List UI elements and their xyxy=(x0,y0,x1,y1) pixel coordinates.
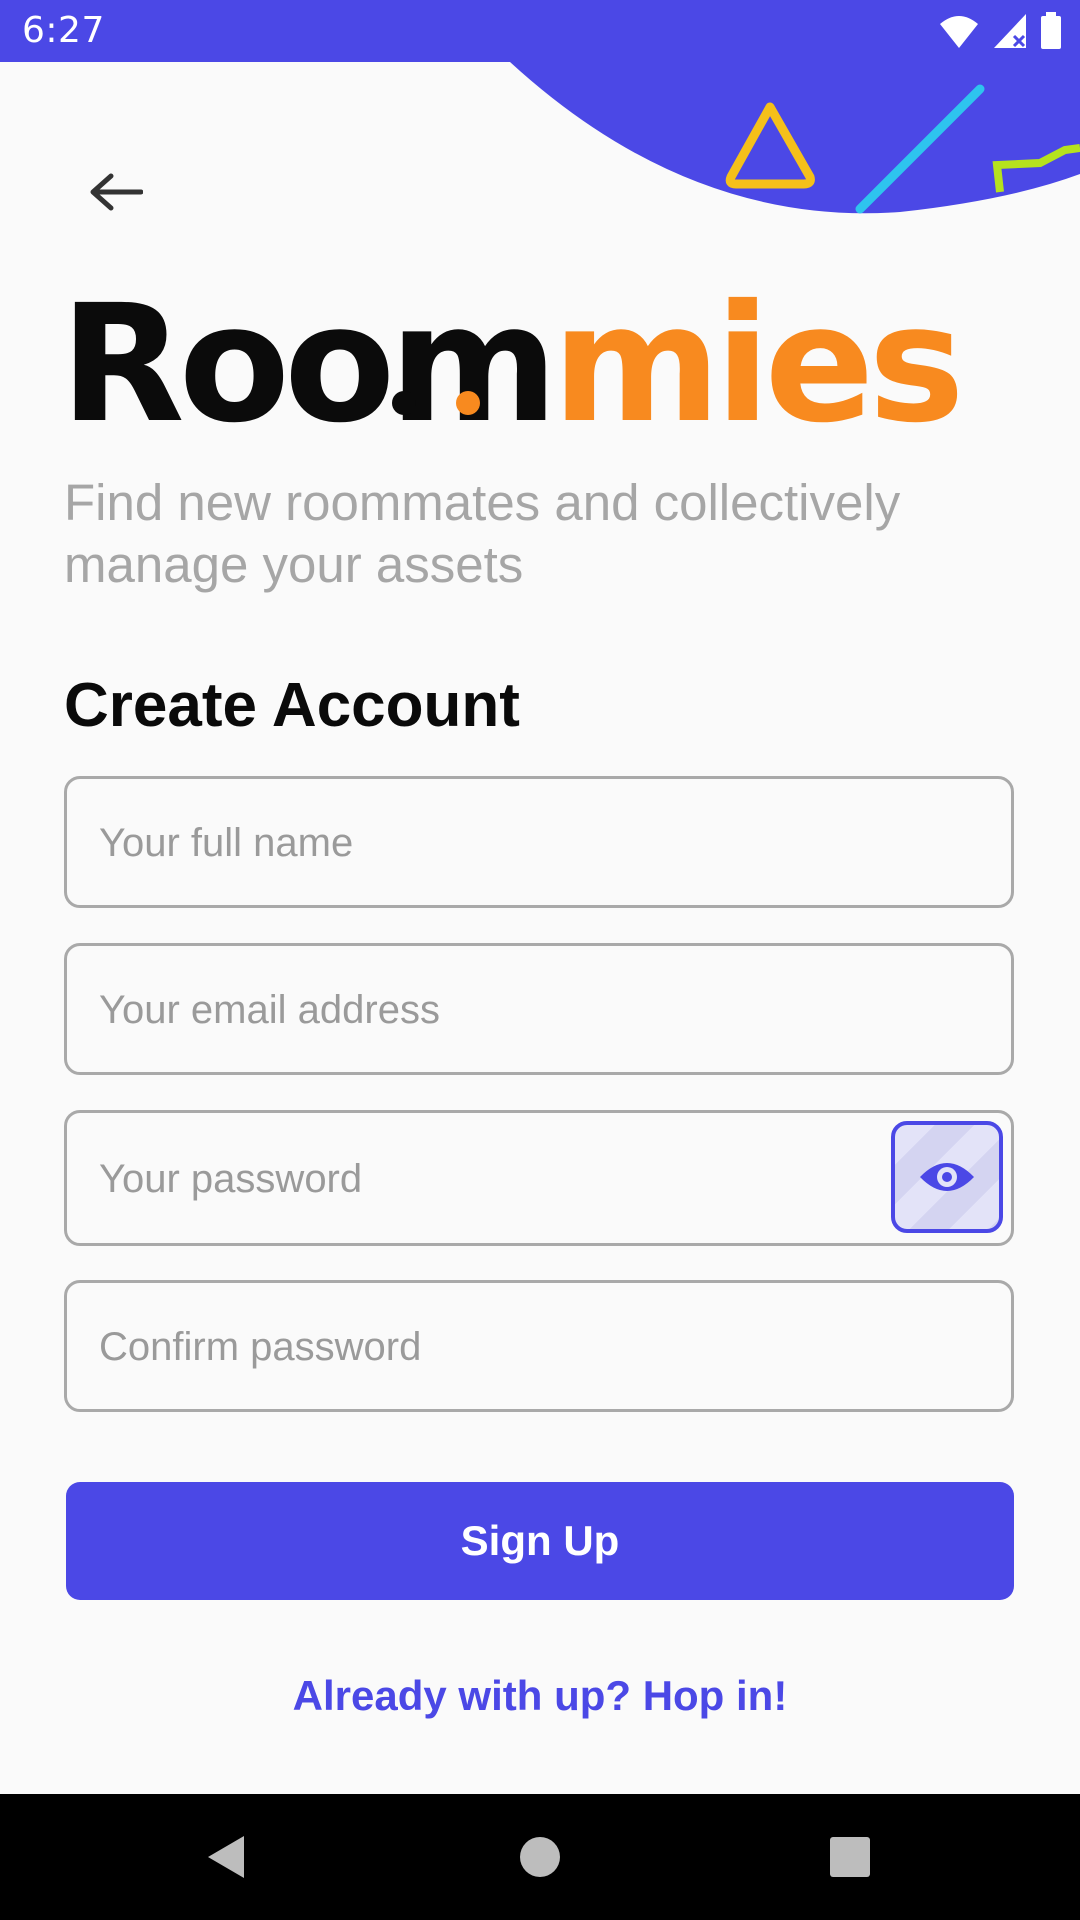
nav-home-button[interactable] xyxy=(480,1794,600,1920)
full-name-input[interactable] xyxy=(97,779,921,907)
logo-dots-icon xyxy=(392,391,480,415)
confirm-password-field[interactable] xyxy=(64,1280,1014,1412)
page-title: Create Account xyxy=(64,671,520,740)
sign-up-button[interactable]: Sign Up xyxy=(66,1482,1014,1600)
logo-part-accent: mies xyxy=(552,271,965,459)
full-name-field[interactable] xyxy=(64,776,1014,908)
login-link[interactable]: Already with up? Hop in! xyxy=(0,1672,1080,1720)
status-icons xyxy=(931,12,1062,52)
header-decoration xyxy=(510,62,1080,214)
status-time: 6:27 xyxy=(22,10,105,51)
app-tagline: Find new roommates and collectively mana… xyxy=(64,474,901,593)
home-circle-icon xyxy=(520,1837,560,1877)
back-triangle-icon xyxy=(208,1836,244,1878)
logo-part-dark: Room xyxy=(60,271,558,459)
system-nav-bar xyxy=(0,1794,1080,1920)
battery-icon xyxy=(1041,12,1061,49)
status-bar: 6:27 xyxy=(0,0,1080,62)
arrow-left-icon xyxy=(90,173,143,211)
email-field[interactable] xyxy=(64,943,1014,1075)
confirm-password-input[interactable] xyxy=(97,1283,921,1411)
nav-back-button[interactable] xyxy=(166,1794,286,1920)
email-input[interactable] xyxy=(97,946,921,1074)
eye-icon xyxy=(920,1163,974,1191)
recents-square-icon xyxy=(830,1837,870,1877)
back-button[interactable] xyxy=(76,152,156,232)
signal-icon xyxy=(993,14,1026,48)
password-field[interactable] xyxy=(64,1110,1014,1246)
wifi-icon xyxy=(940,16,979,48)
header-wave-shape xyxy=(510,62,1080,214)
app-logo: Roommies xyxy=(60,284,965,446)
password-input[interactable] xyxy=(97,1113,921,1245)
nav-recents-button[interactable] xyxy=(790,1794,910,1920)
toggle-password-visibility-button[interactable] xyxy=(891,1121,1003,1233)
